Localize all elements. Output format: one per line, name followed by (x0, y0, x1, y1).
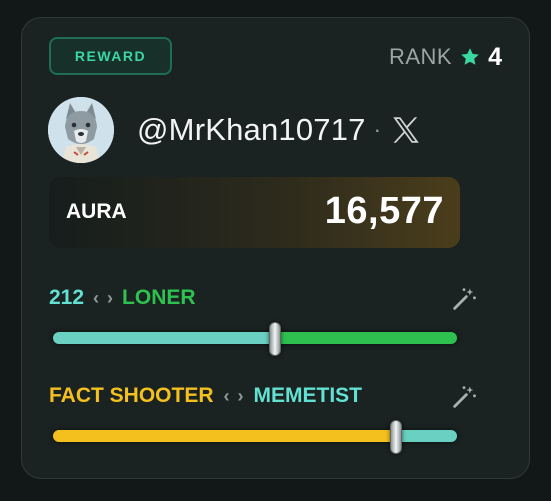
slider2-left-label: FACT SHOOTER (49, 384, 214, 407)
x-logo-icon[interactable] (389, 113, 423, 147)
chevron-right-icon[interactable]: › (238, 386, 244, 407)
reward-badge: REWARD (49, 37, 172, 75)
slider1-right-label: LONER (122, 286, 196, 309)
separator-dot: · (373, 117, 381, 142)
aura-value: 16,577 (324, 190, 444, 232)
rank-label: RANK (388, 44, 453, 69)
chevron-right-icon[interactable]: › (107, 288, 113, 309)
magic-wand-icon[interactable] (450, 383, 478, 411)
slider2-thumb[interactable] (390, 420, 402, 454)
magic-wand-icon[interactable] (450, 285, 478, 313)
rank-indicator: RANK 4 (388, 42, 502, 71)
wolf-avatar-image (48, 97, 114, 163)
slider1-left-label: 212 (49, 286, 85, 309)
rank-value: 4 (488, 42, 502, 71)
profile-row: @MrKhan10717 · (48, 97, 423, 163)
reward-badge-label: REWARD (74, 48, 147, 64)
slider2-labels: FACT SHOOTER ‹ › MEMETIST (49, 384, 362, 408)
chevron-left-icon[interactable]: ‹ (224, 386, 230, 407)
slider1-thumb[interactable] (269, 322, 281, 356)
aura-score-panel: AURA 16,577 (49, 177, 460, 248)
slider2-right-fill (396, 430, 457, 442)
slider2-left-fill (53, 430, 396, 442)
slider1-track[interactable] (53, 332, 457, 344)
chevron-left-icon[interactable]: ‹ (93, 288, 99, 309)
slider1-labels: 212 ‹ › LONER (49, 286, 196, 310)
star-icon (461, 48, 479, 65)
avatar[interactable] (48, 97, 114, 163)
slider1-left-fill (53, 332, 275, 344)
user-handle[interactable]: @MrKhan10717 (137, 112, 366, 148)
aura-label: AURA (66, 200, 127, 223)
slider1-right-fill (275, 332, 457, 344)
slider2-right-label: MEMETIST (253, 384, 363, 407)
